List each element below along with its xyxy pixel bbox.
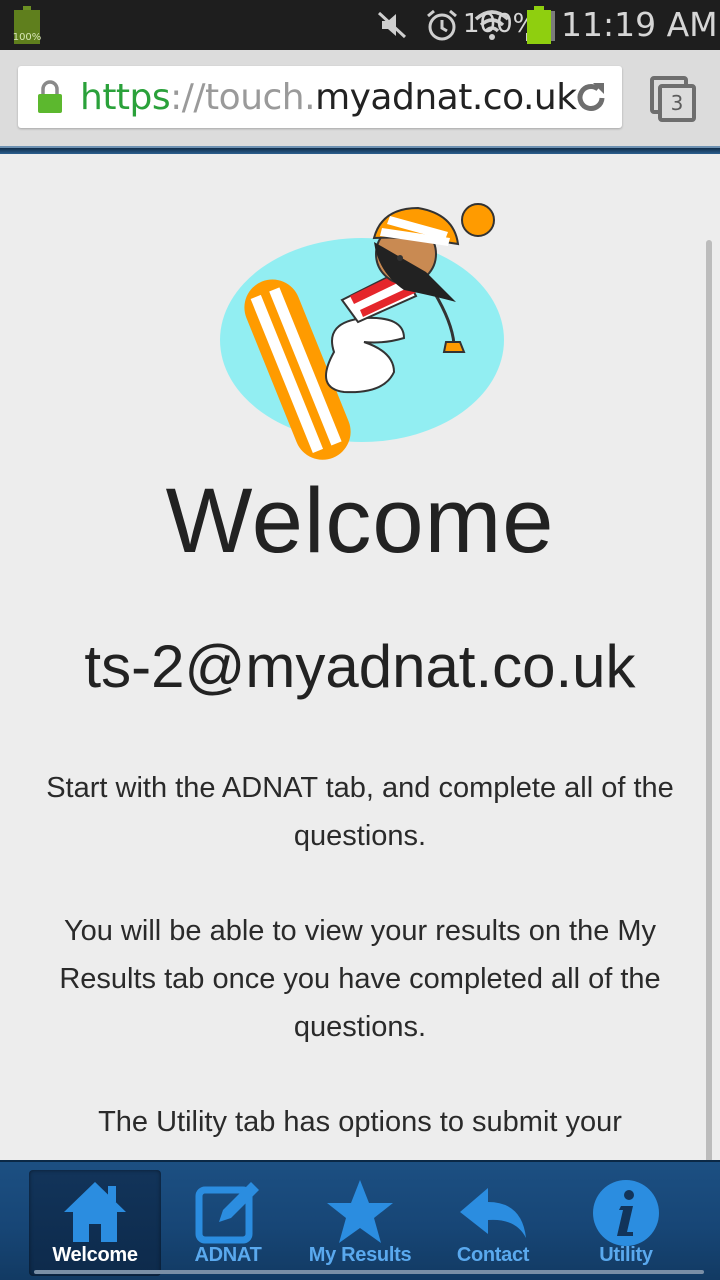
url-scheme: https [80, 77, 171, 118]
info-icon [593, 1180, 659, 1246]
page-title: Welcome [165, 470, 555, 572]
tab-count: 3 [658, 84, 696, 122]
tabs-switcher-button[interactable]: 3 [648, 74, 698, 122]
page-content[interactable]: Welcome ts-2@myadnat.co.uk Start with th… [0, 154, 720, 1160]
battery-notification-label: 100% [12, 32, 42, 43]
clock: 11:19 AM [561, 5, 718, 44]
tab-welcome[interactable]: Welcome [29, 1170, 161, 1276]
battery-icon [527, 6, 551, 44]
reply-icon [460, 1188, 526, 1238]
browser-toolbar: https://touch.myadnat.co.uk 3 [0, 50, 720, 146]
bottom-tab-bar: Welcome ADNAT My Results Contact Utility [0, 1160, 720, 1280]
url-separator: :// [170, 77, 206, 118]
tab-adnat-label: ADNAT [194, 1244, 262, 1266]
instruction-paragraph-3: The Utility tab has options to submit yo… [98, 1106, 622, 1138]
lock-icon [38, 80, 62, 113]
instruction-paragraph-2: You will be able to view your results on… [59, 915, 661, 1043]
tab-utility-label: Utility [599, 1244, 653, 1266]
tab-contact-label: Contact [456, 1244, 530, 1266]
url-domain: myadnat.co.uk [315, 77, 577, 118]
tab-utility[interactable]: Utility [560, 1170, 692, 1276]
url-subdomain: touch. [205, 77, 316, 118]
tab-my-results-label: My Results [308, 1244, 412, 1266]
reload-icon[interactable] [572, 78, 610, 116]
tab-my-results[interactable]: My Results [294, 1170, 426, 1276]
edit-icon [195, 1182, 259, 1244]
alarm-icon [427, 9, 457, 41]
page-scrollbar[interactable] [706, 240, 712, 1160]
battery-notification-icon: 100% [12, 6, 42, 44]
url-bar[interactable]: https://touch.myadnat.co.uk [18, 66, 622, 128]
status-bar: 100% 100% 11:19 AM [0, 0, 720, 50]
mute-icon [377, 11, 407, 39]
instruction-paragraph-1: Start with the ADNAT tab, and complete a… [46, 772, 674, 852]
page-header-strip [0, 146, 720, 154]
star-icon [327, 1180, 393, 1243]
tab-contact[interactable]: Contact [427, 1170, 559, 1276]
tab-welcome-label: Welcome [52, 1244, 138, 1266]
tab-adnat[interactable]: ADNAT [162, 1170, 294, 1276]
tabbar-scroll-indicator [34, 1270, 704, 1274]
user-email: ts-2@myadnat.co.uk [84, 633, 636, 700]
home-icon [64, 1182, 126, 1242]
snowboarder-illustration [220, 203, 504, 460]
url-text[interactable]: https://touch.myadnat.co.uk [80, 77, 577, 118]
